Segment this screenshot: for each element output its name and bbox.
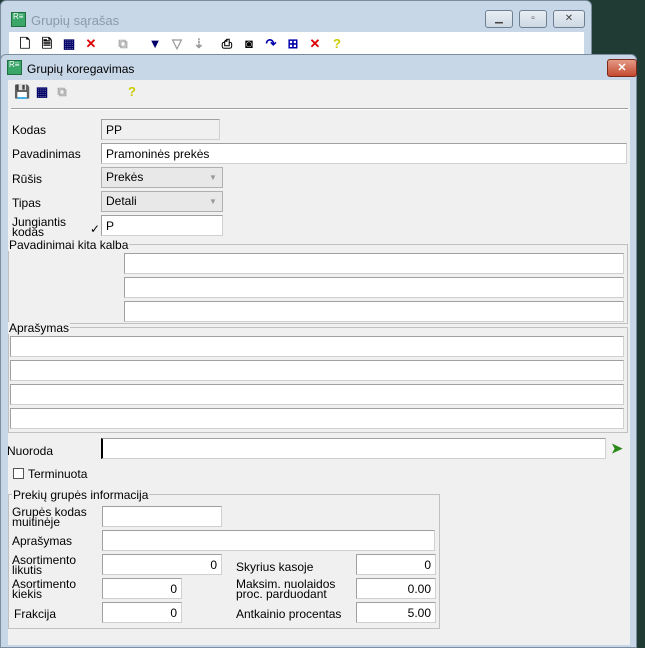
kiekis-field[interactable]: 0 — [102, 578, 182, 599]
filter-select-icon[interactable]: ▼ — [147, 36, 163, 52]
aprasymas-line-2[interactable] — [10, 360, 624, 381]
skyrius-field[interactable]: 0 — [356, 554, 436, 575]
minimize-button[interactable]: ▁ — [485, 10, 513, 28]
binoculars-icon[interactable]: ◙ — [241, 36, 257, 52]
skyrius-label: Skyrius kasoje — [236, 560, 314, 574]
tipas-value: Detali — [106, 194, 137, 208]
save-icon[interactable]: 💾 — [14, 84, 30, 100]
info-group: Prekių grupės informacija Grupės kodas m… — [8, 489, 440, 629]
maximize-button[interactable]: ▫ — [519, 10, 547, 28]
nuoroda-label: Nuoroda — [7, 444, 54, 458]
rusis-select[interactable]: Prekės ▼ — [101, 167, 223, 188]
check-mark-icon: ✓ — [90, 222, 101, 236]
back-window-title: Grupių sąrašas — [31, 13, 120, 28]
terminuota-label: Terminuota — [28, 467, 88, 481]
tipas-label: Tipas — [12, 196, 41, 210]
kodas-field[interactable]: PP — [101, 119, 220, 140]
jungiantis-field[interactable]: P — [101, 215, 223, 236]
clear-icon[interactable]: ✕ — [307, 36, 323, 52]
dialog-icon: R≡ — [7, 60, 22, 75]
chevron-down-icon[interactable]: ▼ — [205, 193, 221, 210]
kiekis-label-2: kiekis — [12, 587, 43, 601]
tipas-select[interactable]: Detali ▼ — [101, 191, 223, 212]
sort-icon[interactable]: ⇣ — [191, 36, 207, 52]
kita-kalba-field-3[interactable] — [124, 301, 624, 322]
new-icon[interactable]: 🗋 — [17, 36, 33, 52]
help-icon[interactable]: ? — [124, 84, 140, 100]
help-icon[interactable]: ? — [329, 36, 345, 52]
antkainis-field[interactable]: 5.00 — [356, 602, 436, 623]
filter-icon[interactable]: ▽ — [169, 36, 185, 52]
aprasymas-label: Aprašymas — [8, 321, 71, 335]
info-arrow-icon[interactable]: ➤ — [611, 440, 623, 457]
divider — [11, 108, 628, 110]
likutis-field[interactable]: 0 — [102, 554, 222, 575]
frakcija-label: Frakcija — [14, 607, 57, 621]
info-aprasymas-field[interactable] — [102, 530, 435, 551]
aprasymas-line-4[interactable] — [10, 408, 624, 429]
pavadinimas-label: Pavadinimas — [12, 147, 81, 161]
view-icon[interactable]: ▦ — [61, 36, 77, 52]
close-button[interactable]: ✕ — [607, 59, 637, 77]
nuolaida-field[interactable]: 0.00 — [356, 578, 436, 599]
delete-icon[interactable]: ✕ — [83, 36, 99, 52]
dialog-title: Grupių koregavimas — [27, 62, 135, 76]
kodas-label: Kodas — [12, 123, 47, 137]
kita-kalba-label: Pavadinimai kita kalba — [8, 238, 130, 252]
antkainis-label: Antkainio procentas — [236, 607, 342, 621]
terminuota-checkbox[interactable] — [13, 468, 24, 479]
chevron-down-icon[interactable]: ▼ — [205, 169, 221, 186]
info-aprasymas-label: Aprašymas — [12, 534, 73, 548]
aprasymas-line-3[interactable] — [10, 384, 624, 405]
refresh-icon[interactable]: ↷ — [263, 36, 279, 52]
dialog-window: R≡ Grupių koregavimas ✕ 💾 ▦ ⧉ ? Kodas PP… — [0, 54, 637, 648]
kita-kalba-group: Pavadinimai kita kalba — [8, 239, 628, 324]
aprasymas-line-1[interactable] — [10, 336, 624, 357]
rusis-value: Prekės — [106, 170, 144, 184]
view-icon[interactable]: ▦ — [34, 84, 50, 100]
pavadinimas-field[interactable]: Pramoninės prekės — [101, 143, 627, 164]
print-icon[interactable]: ⎙ — [219, 36, 235, 52]
likutis-label-2: likutis — [12, 563, 43, 577]
dialog-body: 💾 ▦ ⧉ ? Kodas PP Pavadinimas Pramoninės … — [7, 80, 630, 645]
kita-kalba-field-2[interactable] — [124, 277, 624, 298]
app-icon: R≡ — [11, 12, 26, 27]
copy-icon[interactable]: ⧉ — [115, 36, 131, 52]
info-label: Prekių grupės informacija — [12, 488, 150, 502]
document-icon[interactable]: 🗎 — [39, 36, 55, 52]
kita-kalba-field-1[interactable] — [124, 253, 624, 274]
muitineje-label-2: muitinėje — [12, 515, 61, 529]
frakcija-field[interactable]: 0 — [102, 602, 182, 623]
close-back-button[interactable]: ✕ — [553, 10, 585, 28]
nuoroda-field[interactable] — [101, 438, 606, 459]
copy-icon[interactable]: ⧉ — [54, 84, 70, 100]
nuolaida-label-2: proc. parduodant — [236, 587, 327, 601]
back-toolbar: 🗋 🗎 ▦ ✕ ⧉ ▼ ▽ ⇣ ⎙ ◙ ↷ ⊞ ✕ ? — [9, 32, 584, 56]
aprasymas-group: Aprašymas — [8, 322, 628, 433]
rusis-label: Rūšis — [12, 172, 43, 186]
back-window: R≡ Grupių sąrašas ▁ ▫ ✕ 🗋 🗎 ▦ ✕ ⧉ ▼ ▽ ⇣ … — [0, 0, 592, 60]
muitineje-field[interactable] — [102, 506, 222, 527]
dialog-toolbar: 💾 ▦ ⧉ ? — [14, 84, 140, 100]
tree-icon[interactable]: ⊞ — [285, 36, 301, 52]
jungiantis-label-2: kodas — [12, 225, 45, 239]
